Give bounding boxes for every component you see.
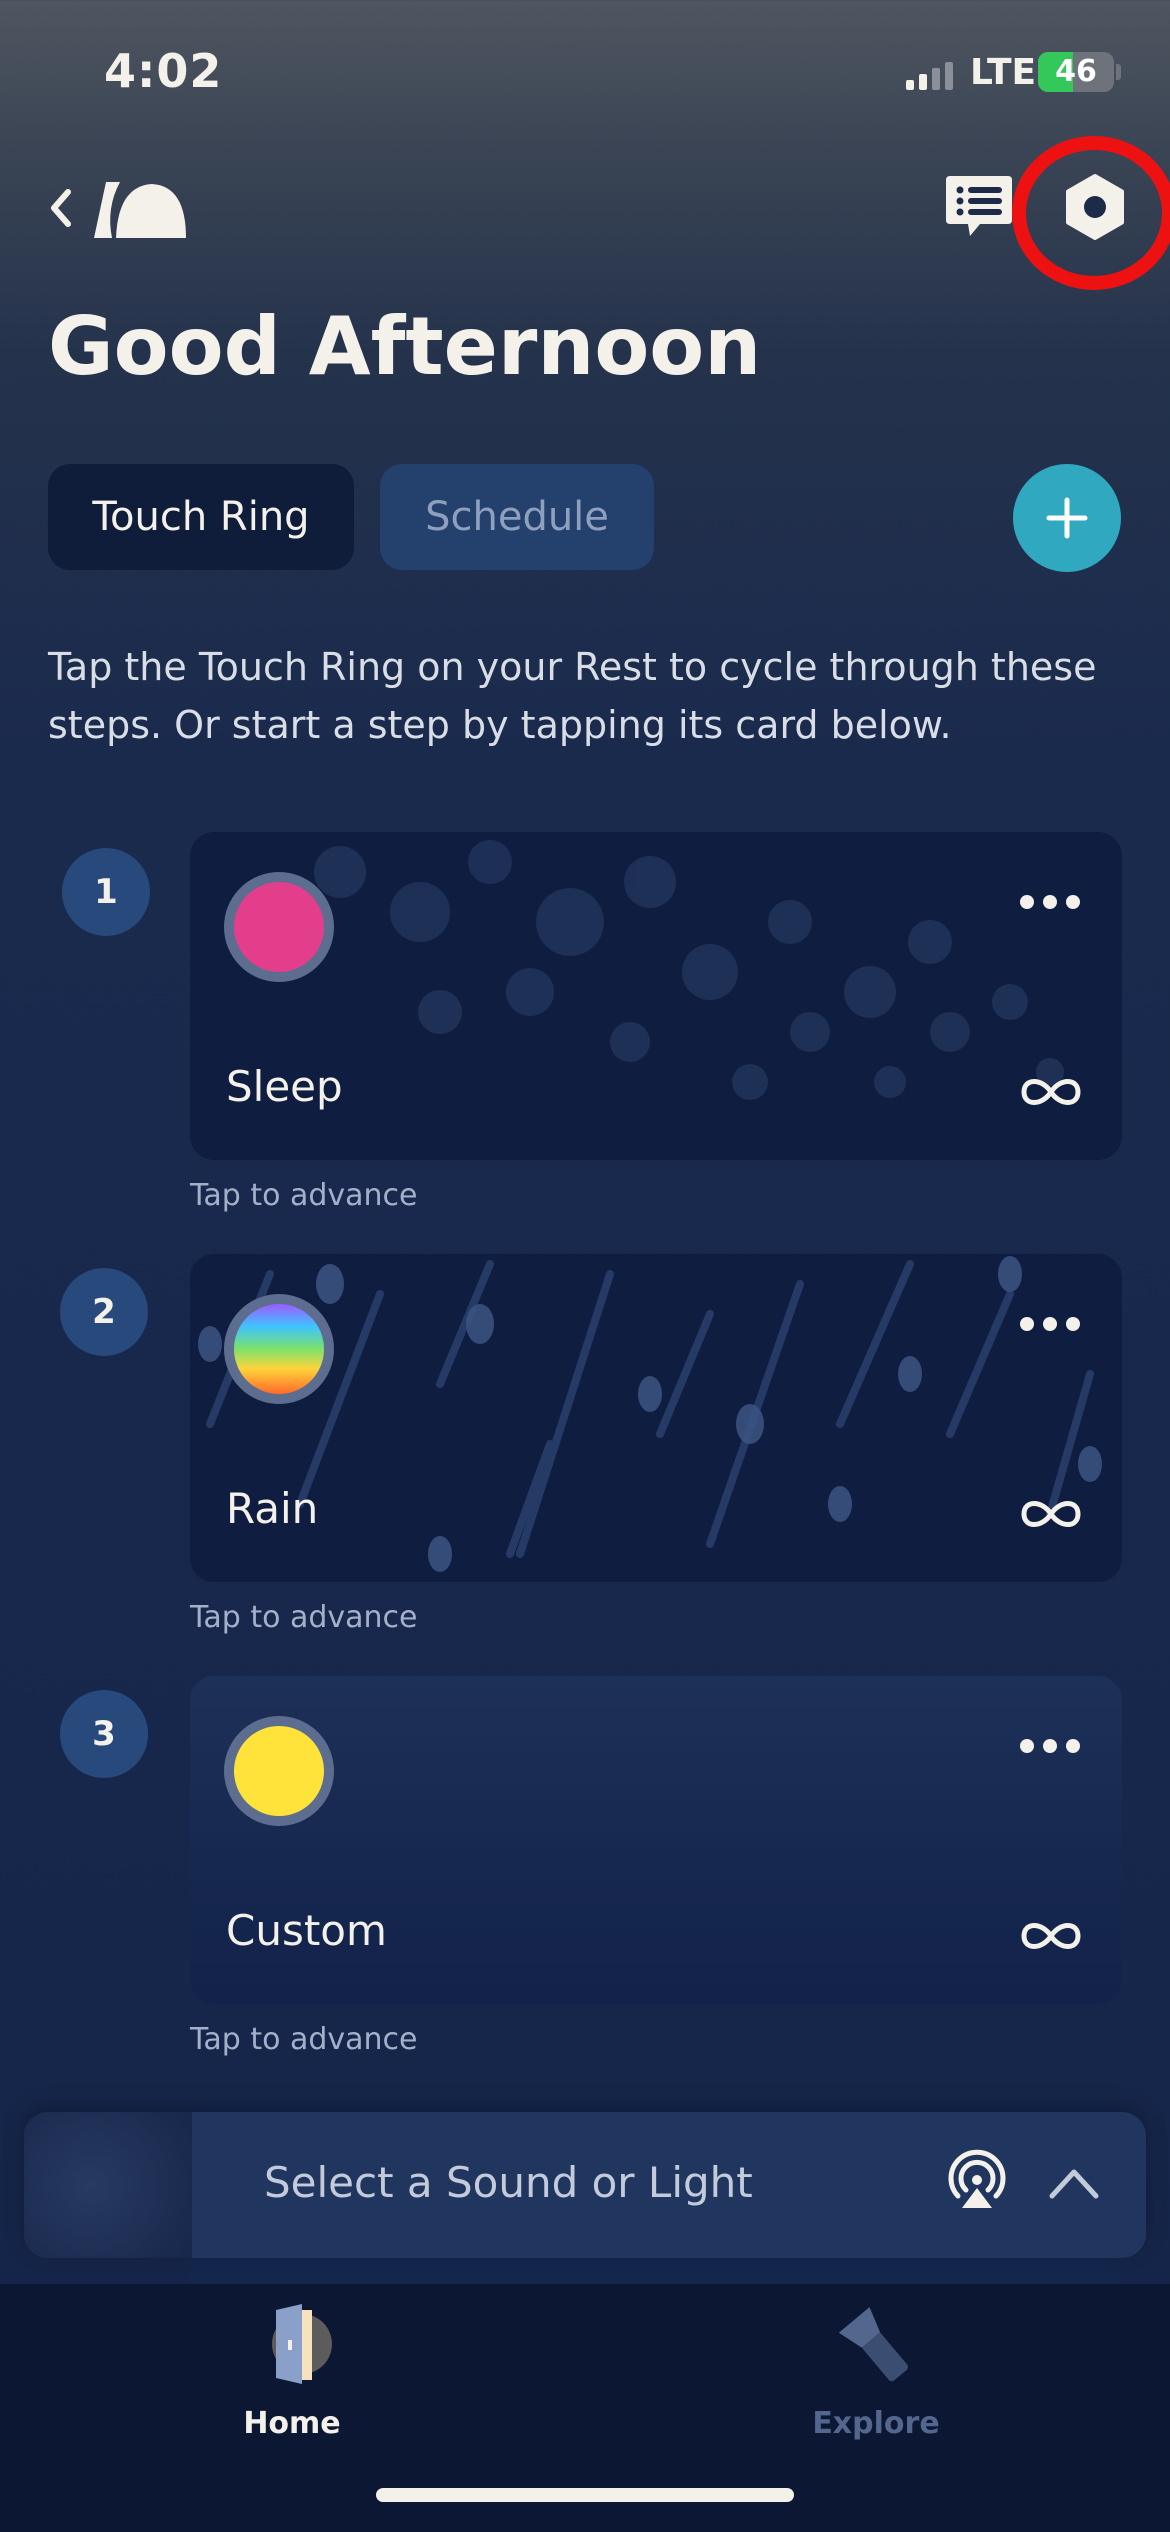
step-card-custom[interactable]: Custom <box>190 1676 1122 2004</box>
flashlight-icon <box>826 2296 926 2396</box>
battery-level: 46 <box>1055 54 1097 89</box>
step-number: 2 <box>60 1268 148 1356</box>
tab-explore-label: Explore <box>812 2406 940 2441</box>
intro-text: Tap the Touch Ring on your Rest to cycle… <box>48 645 1097 747</box>
door-icon <box>242 2296 342 2396</box>
plus-icon <box>1046 497 1088 539</box>
status-time: 4:02 <box>104 44 223 98</box>
color-swatch <box>224 872 334 982</box>
infinity-icon <box>1021 1079 1081 1105</box>
chevron-left-icon[interactable] <box>40 178 80 238</box>
highlight-circle <box>1012 136 1170 290</box>
signal-icon <box>906 60 953 90</box>
tab-home[interactable]: Home <box>172 2296 412 2441</box>
more-options-icon[interactable] <box>1020 1736 1080 1756</box>
step-label: Custom <box>226 1906 387 1955</box>
tap-hint: Tap to advance <box>190 1178 418 1213</box>
rain-background <box>198 1256 1102 1572</box>
airplay-icon[interactable] <box>942 2146 1012 2216</box>
more-options-icon[interactable] <box>1020 1314 1080 1334</box>
step-card-sleep[interactable]: Sleep <box>190 832 1122 1160</box>
more-options-icon[interactable] <box>1020 892 1080 912</box>
tap-hint: Tap to advance <box>190 2022 418 2057</box>
battery-tip <box>1116 64 1121 80</box>
battery-icon: 46 <box>1038 52 1114 92</box>
logo-icon <box>94 182 186 238</box>
step-label: Sleep <box>226 1062 343 1111</box>
tab-explore[interactable]: Explore <box>756 2296 996 2441</box>
player-prompt: Select a Sound or Light <box>264 2158 753 2207</box>
now-playing-bar[interactable]: Select a Sound or Light <box>24 2112 1146 2258</box>
infinity-icon <box>1021 1923 1081 1949</box>
tab-touch-ring[interactable]: Touch Ring <box>48 464 354 570</box>
color-swatch <box>224 1716 334 1826</box>
tab-home-label: Home <box>243 2406 341 2441</box>
player-thumbnail <box>24 2112 192 2258</box>
step-number: 1 <box>62 848 150 936</box>
add-step-button[interactable] <box>1013 464 1121 572</box>
tab-schedule[interactable]: Schedule <box>380 464 654 570</box>
page-title: Good Afternoon <box>48 300 762 393</box>
step-label: Rain <box>226 1484 319 1533</box>
home-indicator <box>376 2488 794 2502</box>
color-swatch <box>224 1294 334 1404</box>
tap-hint: Tap to advance <box>190 1600 418 1635</box>
step-number: 3 <box>60 1690 148 1778</box>
step-card-rain[interactable]: Rain <box>190 1254 1122 1582</box>
chat-list-icon[interactable] <box>944 172 1014 242</box>
chevron-up-icon[interactable] <box>1044 2158 1104 2208</box>
infinity-icon <box>1021 1501 1081 1527</box>
network-type: LTE <box>970 52 1037 93</box>
